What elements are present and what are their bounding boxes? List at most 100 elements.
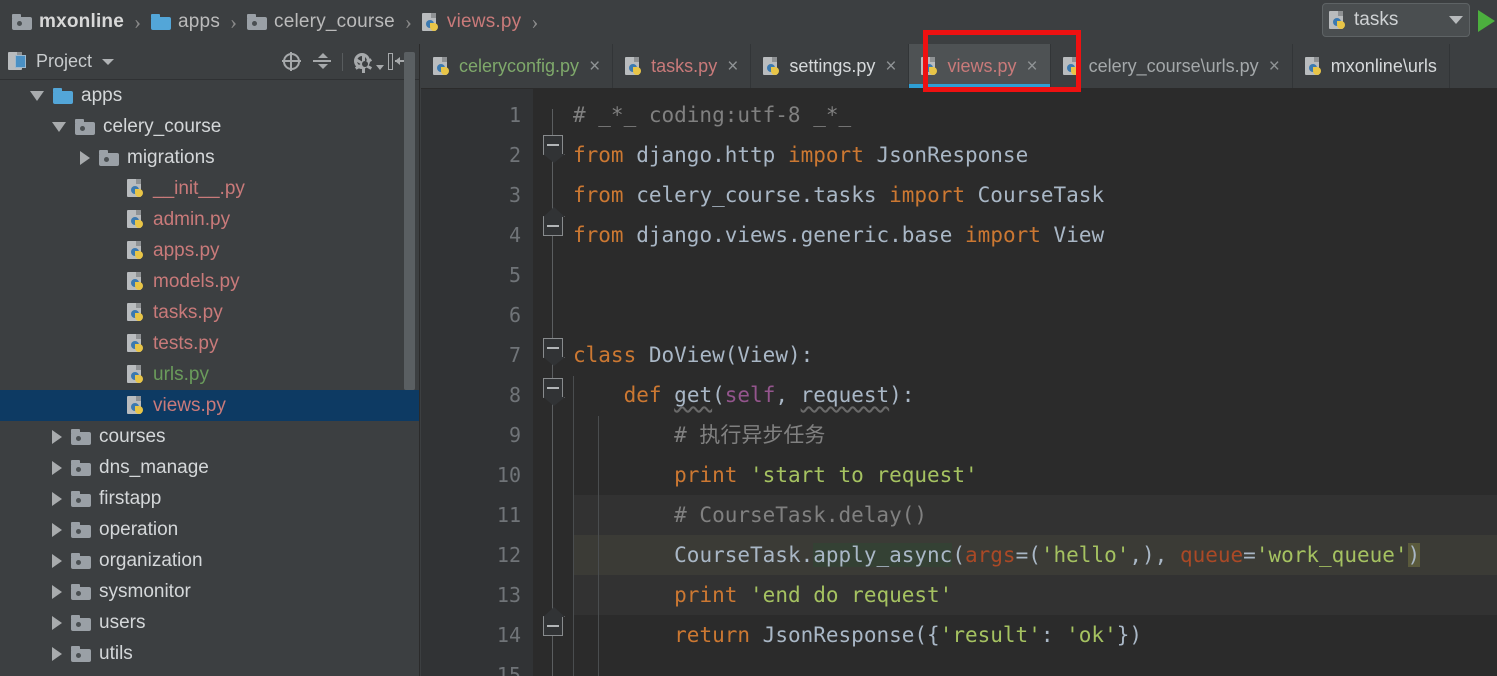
chevron-right-icon[interactable] [80, 150, 90, 165]
python-file-icon [1062, 56, 1081, 76]
chevron-right-icon[interactable] [52, 429, 62, 444]
code-line: from django.views.generic.base import Vi… [573, 223, 1105, 247]
editor-tab-celeryconfig-py[interactable]: celeryconfig.py × [421, 44, 614, 88]
line-number: 2 [508, 143, 521, 167]
run-icon[interactable] [1478, 10, 1495, 32]
tree-file-item[interactable]: models.py [0, 266, 419, 297]
breadcrumb-item-celery-course[interactable]: celery_course [245, 0, 397, 44]
chevron-right-icon[interactable] [52, 615, 62, 630]
tree-item-label: apps.py [153, 239, 220, 261]
tree-file-item[interactable]: tasks.py [0, 297, 419, 328]
project-file-tree[interactable]: apps celery_course migrations __init__.pyad… [0, 80, 419, 676]
python-file-icon [127, 396, 145, 415]
tree-item-label: organization [99, 549, 203, 571]
folder-icon [99, 149, 119, 166]
chevron-right-icon[interactable] [52, 646, 62, 661]
python-file-icon [625, 56, 643, 76]
python-file-icon [1304, 56, 1323, 76]
close-icon[interactable]: × [1027, 57, 1038, 76]
tree-item-label: __init__.py [153, 177, 245, 199]
editor-tab-mxonline-urls[interactable]: mxonline\urls [1293, 44, 1450, 88]
tree-folder-item[interactable]: sysmonitor [0, 576, 419, 607]
tree-folder-item[interactable]: apps [0, 80, 419, 111]
tree-folder-item[interactable]: courses [0, 421, 419, 452]
python-file-icon [127, 334, 145, 353]
settings-gear-icon[interactable] [353, 52, 384, 73]
code-editor[interactable]: 1 2 3 4 5 6 7 8 9 10 11 12 13 14 15 # _*_ coding:utf-8… [421, 89, 1497, 676]
python-file-icon [127, 241, 145, 260]
breadcrumb-item-mxonline[interactable]: mxonline [10, 0, 126, 44]
breadcrumb-item-views-py[interactable]: views.py [420, 0, 523, 44]
fold-marker-imports-end[interactable] [543, 216, 563, 236]
tree-file-item[interactable]: apps.py [0, 235, 419, 266]
breadcrumb-separator-icon: › [404, 9, 412, 34]
line-number: 10 [496, 463, 521, 487]
fold-marker-class[interactable] [543, 338, 563, 358]
tree-folder-item[interactable]: operation [0, 514, 419, 545]
editor-tab-celery_course-urls-py[interactable]: celery_course\urls.py × [1051, 44, 1293, 88]
tree-folder-item[interactable]: organization [0, 545, 419, 576]
breadcrumb-separator-icon: › [230, 9, 238, 34]
tree-file-item[interactable]: tests.py [0, 328, 419, 359]
breadcrumb-item-apps[interactable]: apps [149, 0, 222, 44]
chevron-right-icon[interactable] [52, 460, 62, 475]
folder-icon [53, 87, 73, 104]
folder-icon [71, 645, 91, 662]
editor-gutter[interactable]: 1 2 3 4 5 6 7 8 9 10 11 12 13 14 15 [421, 89, 533, 676]
chevron-down-icon[interactable] [30, 90, 44, 101]
tree-folder-item[interactable]: users [0, 607, 419, 638]
tree-folder-item[interactable]: celery_course [0, 111, 419, 142]
close-icon[interactable]: × [1269, 57, 1280, 76]
locate-in-tree-icon[interactable] [282, 51, 302, 72]
breadcrumb-label: views.py [446, 11, 522, 32]
project-panel-toolbar [282, 51, 419, 73]
fold-marker-method[interactable] [543, 378, 563, 398]
tree-item-label: tests.py [153, 332, 219, 354]
python-file-icon [127, 272, 145, 291]
tree-item-label: tasks.py [153, 301, 223, 323]
tree-folder-item[interactable]: dns_manage [0, 452, 419, 483]
collapse-all-icon[interactable] [312, 52, 332, 72]
code-line: print 'end do request' [674, 583, 953, 607]
line-number: 11 [496, 503, 521, 527]
close-icon[interactable]: × [727, 57, 738, 76]
tree-file-item[interactable]: views.py [0, 390, 419, 421]
code-line: CourseTask.apply_async(args=('hello',), … [674, 543, 1421, 567]
fold-marker-imports[interactable] [543, 135, 563, 155]
line-number: 6 [508, 303, 521, 327]
folder-icon [71, 521, 91, 538]
python-file-icon [127, 210, 145, 229]
python-file-icon [433, 56, 451, 76]
folder-icon [71, 583, 91, 600]
chevron-down-icon[interactable] [52, 121, 66, 132]
tree-file-item[interactable]: __init__.py [0, 173, 419, 204]
close-icon[interactable]: × [885, 57, 896, 76]
editor-tab-tasks-py[interactable]: tasks.py × [613, 44, 752, 88]
tree-folder-item[interactable]: firstapp [0, 483, 419, 514]
tree-file-item[interactable]: admin.py [0, 204, 419, 235]
folder-icon [247, 14, 268, 30]
fold-marker-method-end[interactable] [543, 616, 563, 636]
breadcrumb-separator-icon: › [531, 9, 539, 34]
project-panel-scrollbar[interactable] [404, 52, 415, 390]
run-configuration-selector[interactable]: tasks [1322, 3, 1470, 37]
chevron-down-icon[interactable] [102, 58, 115, 65]
chevron-right-icon[interactable] [52, 584, 62, 599]
project-panel-title: Project [36, 51, 93, 71]
chevron-right-icon[interactable] [52, 491, 62, 506]
top-navigation-bar: mxonline › apps › celery_course › views.… [0, 0, 1497, 44]
tree-file-item[interactable]: urls.py [0, 359, 419, 390]
editor-tab-settings-py[interactable]: settings.py × [751, 44, 910, 88]
line-number: 4 [508, 223, 521, 247]
editor-tab-views-py[interactable]: views.py × [909, 44, 1051, 88]
code-folding-column[interactable] [533, 89, 685, 676]
folder-icon [75, 118, 95, 135]
breadcrumb: mxonline › apps › celery_course › views.… [0, 0, 546, 44]
close-icon[interactable]: × [589, 57, 600, 76]
breadcrumb-label: apps [178, 11, 221, 32]
indent-guide [573, 376, 574, 676]
tree-folder-item[interactable]: migrations [0, 142, 419, 173]
chevron-right-icon[interactable] [52, 522, 62, 537]
tree-folder-item[interactable]: utils [0, 638, 419, 669]
chevron-right-icon[interactable] [52, 553, 62, 568]
